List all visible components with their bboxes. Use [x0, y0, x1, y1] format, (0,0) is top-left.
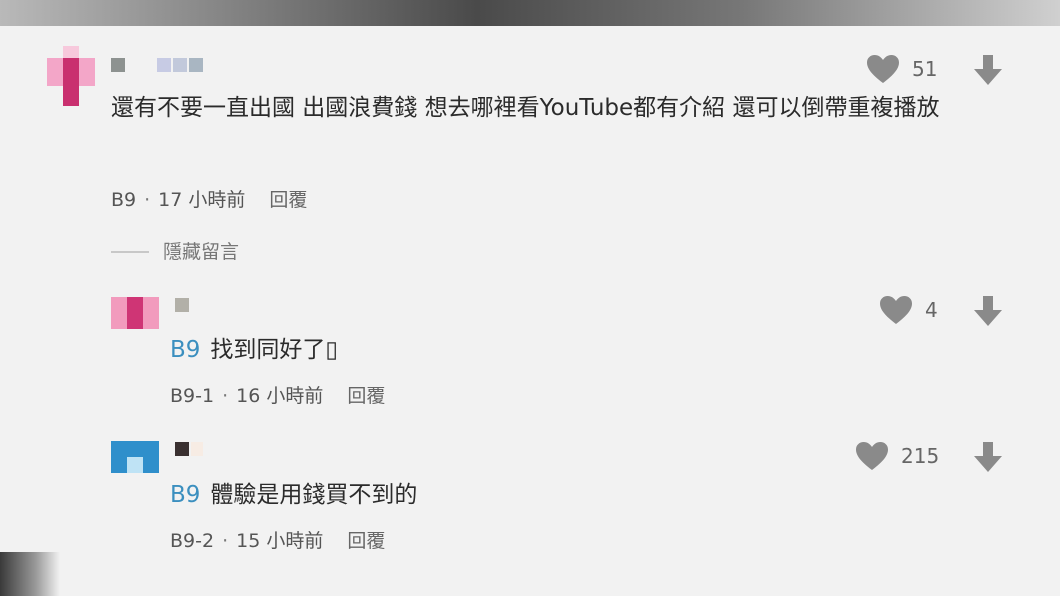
arrow-down-icon[interactable]: [973, 54, 1003, 86]
video-bottom-edge: [0, 552, 60, 596]
like-count: 215: [901, 444, 940, 468]
arrow-down-icon[interactable]: [973, 295, 1003, 327]
reply-text: B9 體驗是用錢買不到的: [170, 473, 870, 517]
like-button[interactable]: 4: [879, 295, 938, 325]
like-count: 51: [912, 57, 938, 81]
comment-id: B9-2: [170, 530, 215, 552]
comment-meta: B9 · 17 小時前 回覆: [111, 189, 308, 211]
comment-body: 還有不要一直出國 出國浪費錢 想去哪裡看YouTube都有介紹 還可以倒帶重複播…: [111, 95, 940, 121]
reply-tag[interactable]: B9: [170, 482, 200, 508]
reply-button[interactable]: 回覆: [269, 189, 307, 211]
avatar[interactable]: [111, 441, 159, 473]
hide-replies-button[interactable]: 隱藏留言: [163, 237, 239, 264]
reply-meta: B9-1 · 16 小時前 回覆: [170, 385, 386, 407]
reply-tag[interactable]: B9: [170, 337, 200, 363]
comment-text: 還有不要一直出國 出國浪費錢 想去哪裡看YouTube都有介紹 還可以倒帶重複播…: [111, 86, 1001, 130]
like-button[interactable]: 51: [866, 54, 937, 84]
reply-meta: B9-2 · 15 小時前 回覆: [170, 530, 386, 552]
comment-time: 16 小時前: [236, 385, 324, 407]
reply-button[interactable]: 回覆: [347, 385, 385, 407]
reply-text: B9 找到同好了▯: [170, 328, 870, 372]
comment-time: 15 小時前: [236, 530, 324, 552]
video-top-edge: [0, 0, 1060, 26]
avatar[interactable]: [47, 46, 95, 106]
comment-id: B9: [111, 189, 137, 211]
reply-body: 找到同好了▯: [210, 337, 339, 363]
like-button[interactable]: 215: [855, 441, 939, 471]
heart-icon[interactable]: [879, 295, 913, 325]
heart-icon[interactable]: [866, 54, 900, 84]
avatar[interactable]: [111, 297, 159, 329]
hide-replies-divider: [111, 251, 149, 253]
heart-icon[interactable]: [855, 441, 889, 471]
comment-id: B9-1: [170, 385, 215, 407]
reply-button[interactable]: 回覆: [347, 530, 385, 552]
reply-body: 體驗是用錢買不到的: [210, 482, 418, 508]
like-count: 4: [925, 298, 938, 322]
comment-time: 17 小時前: [158, 189, 246, 211]
arrow-down-icon[interactable]: [973, 441, 1003, 473]
